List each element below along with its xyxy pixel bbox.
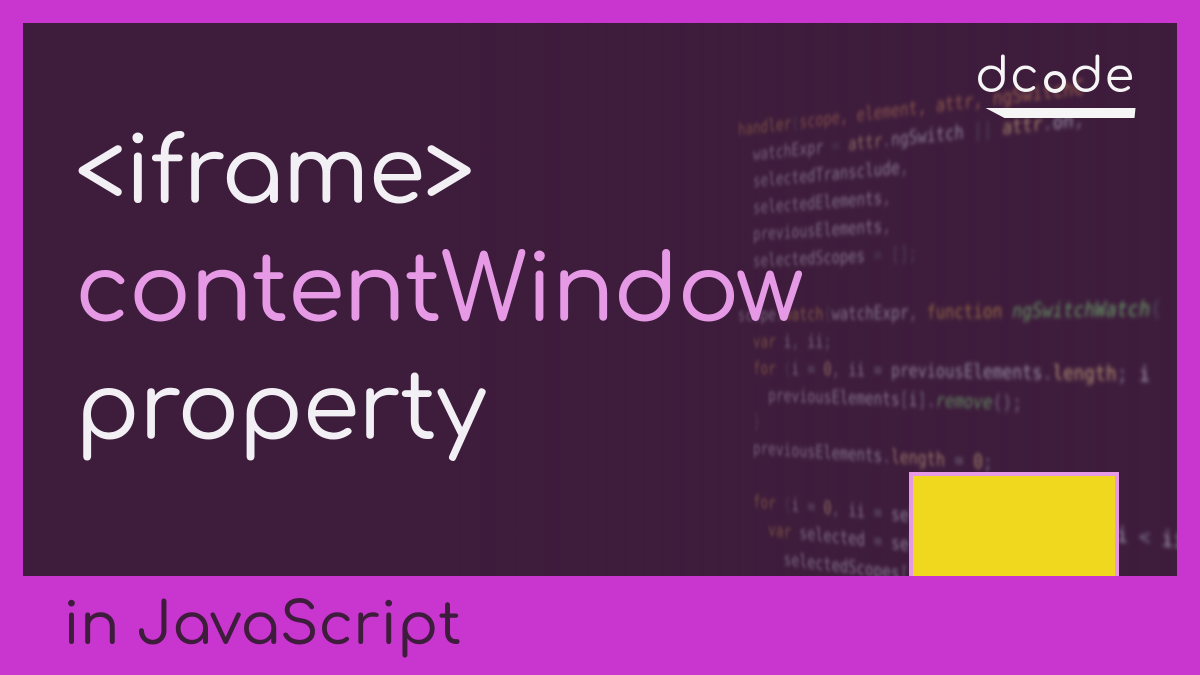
footer-bar: in JavaScript [23, 576, 1177, 675]
logo-suffix: de [1070, 51, 1135, 104]
js-badge-label: JS [972, 553, 1101, 576]
title-line-1: <iframe> [75, 115, 803, 233]
footer-text: in JavaScript [63, 593, 462, 658]
logo-o-icon [1044, 71, 1066, 93]
main-panel: handler(scope, element, attr, ngSwitchC … [23, 23, 1177, 576]
title-block: <iframe> contentWindow property [75, 115, 803, 468]
logo-underline-icon [984, 108, 1135, 118]
title-line-3: property [75, 351, 803, 469]
title-line-2: contentWindow [75, 233, 803, 351]
brand-logo-text: dc de [975, 51, 1135, 104]
brand-logo: dc de [975, 51, 1135, 118]
js-badge: JS [909, 472, 1119, 576]
logo-prefix: dc [975, 51, 1040, 104]
